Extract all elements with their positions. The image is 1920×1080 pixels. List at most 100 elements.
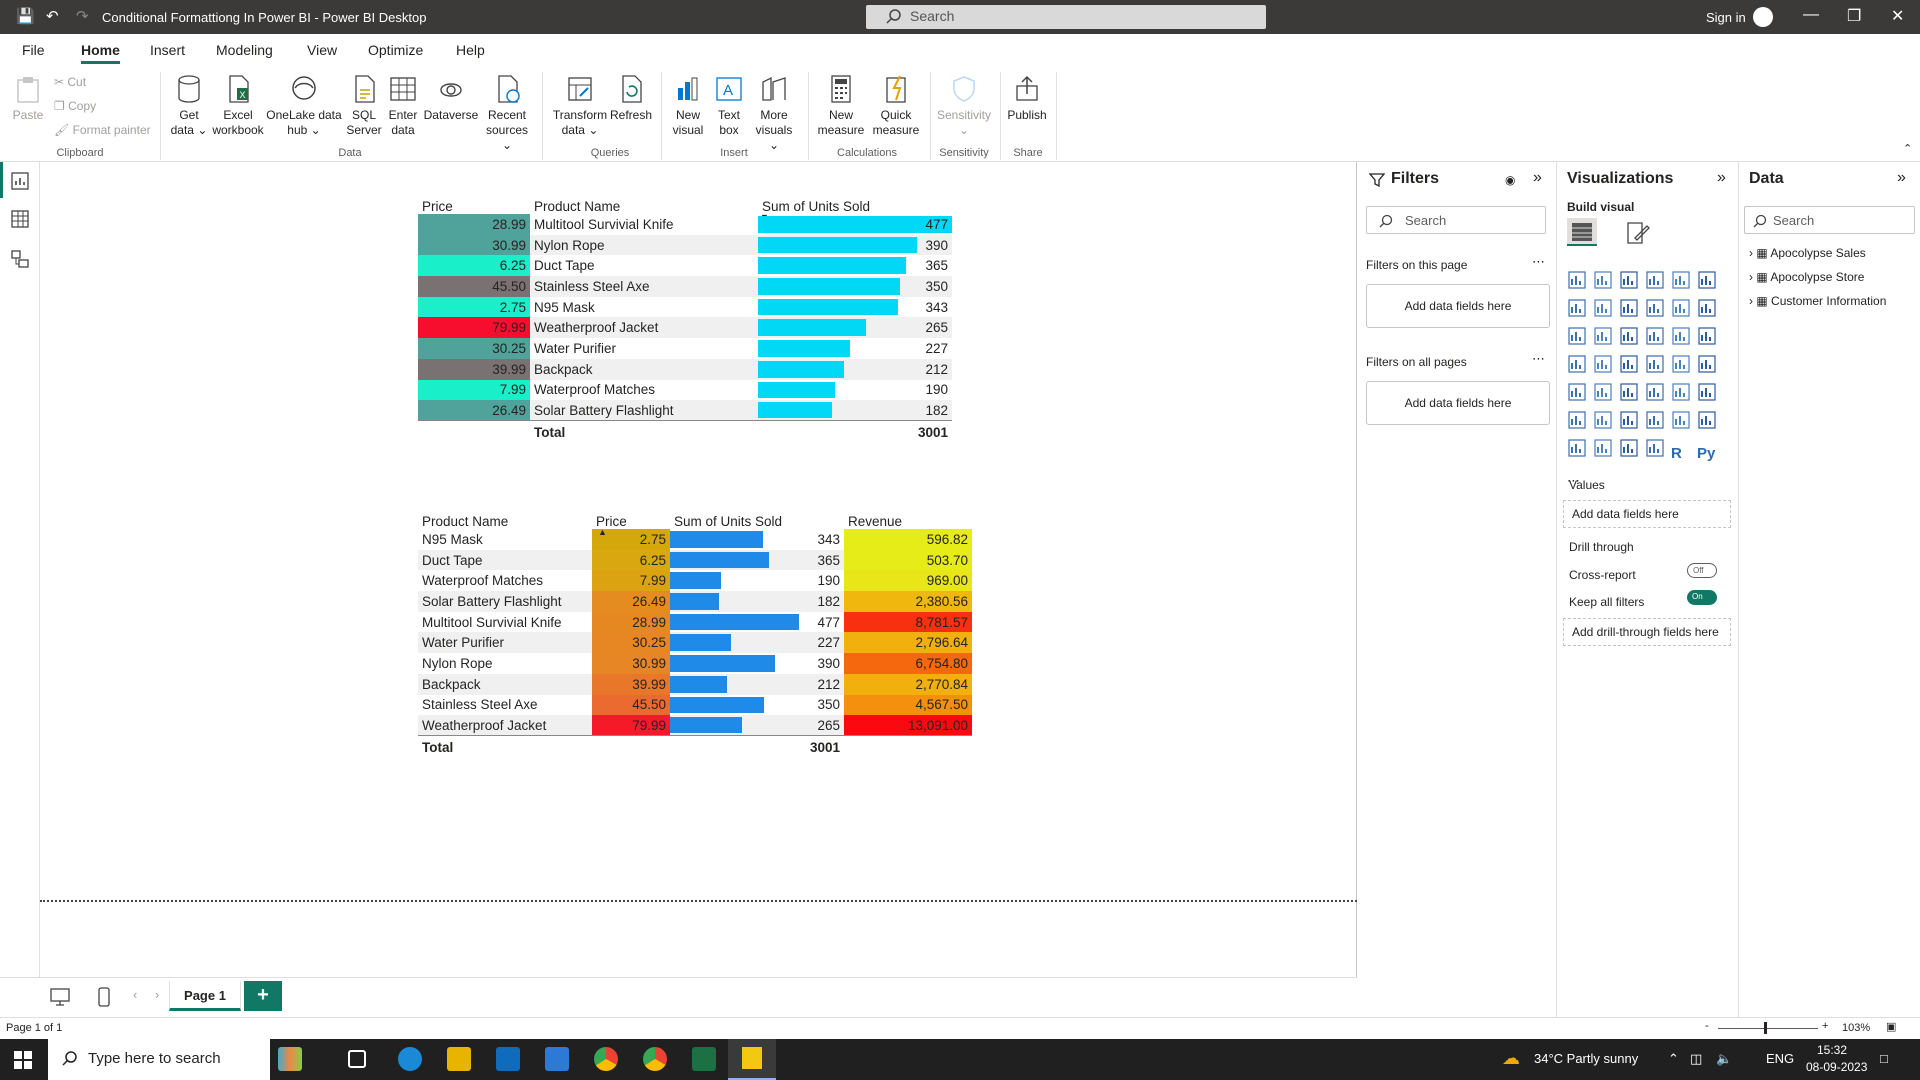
text-box-button[interactable]: A Text box [710, 74, 748, 138]
table-row[interactable]: Nylon Rope 30.99 390 6,754.80 [418, 653, 972, 674]
restore-icon[interactable]: ❐ [1847, 6, 1861, 26]
visual-type-icon[interactable] [1593, 382, 1615, 404]
visual-type-icon[interactable] [1645, 382, 1667, 404]
format-visual-icon[interactable] [1625, 220, 1651, 246]
zoom-slider-thumb[interactable] [1764, 1022, 1767, 1034]
visual-type-icon[interactable] [1697, 354, 1719, 376]
data-table-item[interactable]: › ▦ Apocolypse Sales [1749, 246, 1866, 260]
data-table-item[interactable]: › ▦ Apocolypse Store [1749, 270, 1864, 284]
column-header-units-sold[interactable]: Sum of Units Sold [670, 505, 844, 529]
menu-modeling[interactable]: Modeling [216, 42, 273, 58]
table-row[interactable]: 39.99 Backpack 212 [418, 358, 952, 380]
books-icon[interactable] [278, 1047, 302, 1071]
visual-type-icon[interactable] [1671, 270, 1693, 292]
table-row[interactable]: Duct Tape 6.25 365 503.70 [418, 549, 972, 571]
column-header-product-name[interactable]: Product Name [418, 505, 592, 529]
close-icon[interactable]: ✕ [1891, 6, 1904, 26]
clock-date[interactable]: 08-09-2023 [1806, 1060, 1867, 1074]
add-page-button[interactable]: + [244, 981, 282, 1011]
visual-type-icon[interactable] [1619, 382, 1641, 404]
desktop-layout-icon[interactable] [50, 988, 70, 1006]
menu-file[interactable]: File [22, 42, 45, 58]
visual-type-icon[interactable] [1645, 410, 1667, 432]
table-row[interactable]: Weatherproof Jacket 79.99 265 13,091.00 [418, 715, 972, 736]
mobile-layout-icon[interactable] [98, 987, 110, 1007]
fit-to-page-icon[interactable]: ▣ [1886, 1020, 1896, 1033]
collapse-viz-icon[interactable]: » [1717, 169, 1726, 187]
filters-page-drop-zone[interactable]: Add data fields here [1366, 284, 1550, 328]
format-painter-button[interactable]: 🖌 Format painter [54, 123, 151, 137]
more-visuals-button[interactable]: More visuals ⌄ [750, 74, 798, 153]
visual-type-icon[interactable] [1697, 382, 1719, 404]
visual-type-icon[interactable] [1645, 326, 1667, 348]
file-explorer-icon[interactable] [447, 1047, 471, 1071]
copy-button[interactable]: ❐ Copy [54, 99, 96, 113]
visual-type-icon[interactable] [1619, 270, 1641, 292]
visual-type-icon[interactable] [1567, 326, 1589, 348]
chrome-icon[interactable] [643, 1047, 667, 1071]
recent-sources-button[interactable]: Recent sources ⌄ [482, 74, 532, 153]
powerbi-task-button[interactable] [728, 1039, 776, 1080]
collapse-filters-icon[interactable]: » [1533, 169, 1542, 187]
language-indicator[interactable]: ENG [1766, 1051, 1794, 1066]
visual-type-icon[interactable] [1567, 410, 1589, 432]
visual-type-icon[interactable] [1593, 326, 1615, 348]
table-row[interactable]: 30.99 Nylon Rope 390 [418, 234, 952, 256]
table-visual-2[interactable]: Product Name Price ▲ Sum of Units Sold Re… [418, 505, 972, 758]
minimize-icon[interactable]: — [1803, 6, 1819, 24]
visual-type-icon[interactable]: Py [1697, 445, 1719, 467]
new-measure-button[interactable]: New measure [814, 74, 868, 138]
visual-type-icon[interactable] [1671, 354, 1693, 376]
visual-type-icon[interactable] [1567, 298, 1589, 320]
visual-type-icon[interactable] [1671, 326, 1693, 348]
table-row[interactable]: 26.49 Solar Battery Flashlight 182 [418, 400, 952, 421]
visual-type-icon[interactable] [1619, 298, 1641, 320]
filters-search-input[interactable]: Search [1366, 206, 1546, 234]
visual-type-icon[interactable] [1671, 298, 1693, 320]
store-icon[interactable] [496, 1047, 520, 1071]
filters-all-drop-zone[interactable]: Add data fields here [1366, 381, 1550, 425]
visual-type-icon[interactable] [1645, 354, 1667, 376]
mail-icon[interactable] [545, 1047, 569, 1071]
visual-type-icon[interactable] [1567, 270, 1589, 292]
column-header-price[interactable]: Price ▲ [592, 505, 670, 537]
get-data-button[interactable]: Get data ⌄ [170, 74, 208, 138]
values-drop-zone[interactable]: Add data fields here [1563, 500, 1731, 528]
column-header-product-name[interactable]: Product Name [530, 190, 758, 214]
menu-optimize[interactable]: Optimize [368, 42, 423, 58]
sensitivity-button[interactable]: Sensitivity ⌄ [934, 74, 994, 138]
table-row[interactable]: N95 Mask 2.75 343 596.82 [418, 529, 972, 550]
visual-type-icon[interactable] [1593, 270, 1615, 292]
menu-help[interactable]: Help [456, 42, 485, 58]
cut-button[interactable]: ✂ Cut [54, 75, 86, 89]
visual-type-icon[interactable] [1593, 298, 1615, 320]
more-options-icon[interactable]: ⋯ [1532, 351, 1545, 367]
visual-type-icon[interactable] [1619, 326, 1641, 348]
table-row[interactable]: Backpack 39.99 212 2,770.84 [418, 673, 972, 695]
visual-type-icon[interactable] [1593, 438, 1615, 460]
page-tab-page-1[interactable]: Page 1 [169, 981, 241, 1011]
weather-icon[interactable]: ☁ [1502, 1048, 1520, 1069]
visual-type-icon[interactable] [1645, 298, 1667, 320]
visual-type-icon[interactable] [1697, 410, 1719, 432]
visual-type-icon[interactable]: R [1671, 445, 1693, 467]
visual-type-icon[interactable] [1697, 298, 1719, 320]
collapse-data-icon[interactable]: » [1897, 169, 1906, 187]
visual-type-icon[interactable] [1671, 382, 1693, 404]
visual-type-icon[interactable] [1619, 410, 1641, 432]
save-icon[interactable]: 💾 [16, 7, 35, 25]
excel-workbook-button[interactable]: X Excel workbook [210, 74, 266, 138]
data-search-input[interactable]: Search [1744, 206, 1915, 234]
previous-page-icon[interactable]: ‹ [133, 987, 137, 1002]
new-visual-button[interactable]: New visual [668, 74, 708, 138]
visual-type-icon[interactable] [1645, 270, 1667, 292]
collapse-ribbon-icon[interactable]: ⌃ [1903, 142, 1912, 155]
visual-type-icon[interactable] [1567, 382, 1589, 404]
table-row[interactable]: 7.99 Waterproof Matches 190 [418, 379, 952, 401]
menu-view[interactable]: View [307, 42, 337, 58]
visual-type-icon[interactable] [1567, 354, 1589, 376]
table-row[interactable]: Stainless Steel Axe 45.50 350 4,567.50 [418, 694, 972, 716]
column-header-revenue[interactable]: Revenue [844, 505, 972, 529]
visual-type-icon[interactable] [1619, 354, 1641, 376]
next-page-icon[interactable]: › [155, 987, 159, 1002]
